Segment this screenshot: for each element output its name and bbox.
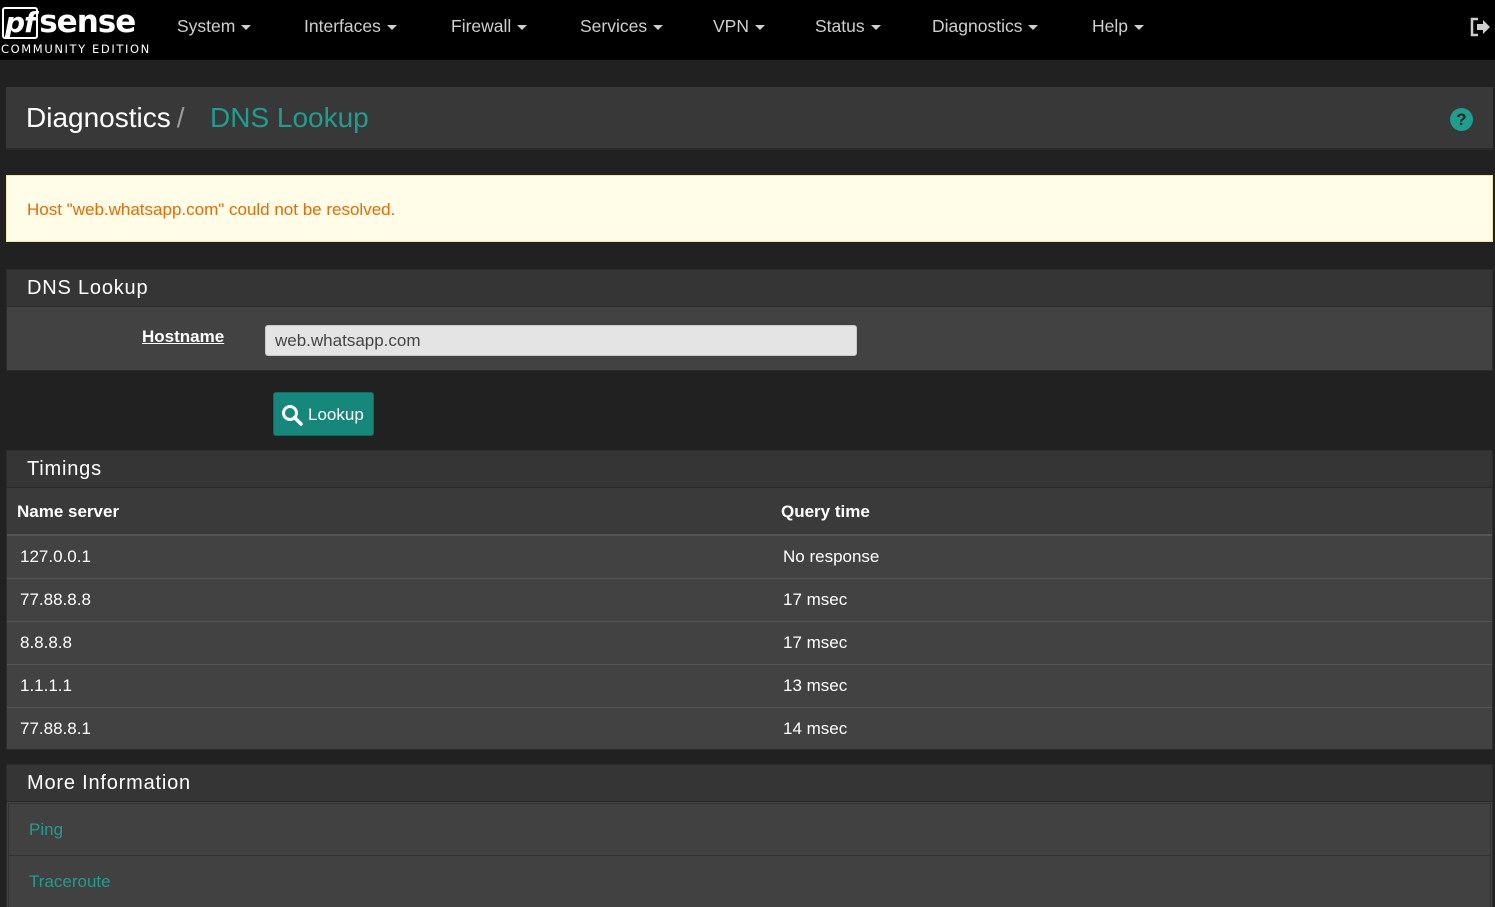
table-row: 127.0.0.1 No response [7,536,1492,579]
caret-down-icon [870,24,881,30]
panel-title: More Information [27,772,191,794]
panel-heading: DNS Lookup [7,270,1492,307]
table-row: 1.1.1.1 13 msec [7,665,1492,708]
nav-system[interactable]: System [177,16,252,38]
query-time-cell: 14 msec [783,719,848,738]
query-time-cell: 17 msec [783,633,848,652]
column-header-name-server: Name server [17,502,120,521]
nav-help[interactable]: Help [1092,16,1144,38]
dns-lookup-panel: DNS Lookup Hostname [6,269,1493,371]
timings-panel: Timings Name server Query time 127.0.0.1… [6,450,1493,750]
nav-interfaces[interactable]: Interfaces [304,16,397,38]
brand-subtitle: COMMUNITY EDITION [1,42,151,56]
caret-down-icon [1134,24,1144,30]
name-server-cell: 77.88.8.1 [20,719,91,738]
table-row: 77.88.8.1 14 msec [7,708,1492,751]
more-information-panel: More Information Ping Traceroute [6,764,1493,907]
name-server-cell: 77.88.8.8 [20,590,91,609]
caret-down-icon [386,24,397,30]
alert-message: Host "web.whatsapp.com" could not be res… [27,200,396,219]
panel-title: DNS Lookup [27,277,149,299]
traceroute-link[interactable]: Traceroute [29,872,111,892]
error-alert: Host "web.whatsapp.com" could not be res… [6,175,1493,242]
pfsense-logo: pf sense [2,4,136,40]
caret-down-icon [653,24,664,30]
name-server-cell: 1.1.1.1 [20,676,72,695]
panel-title: Timings [27,458,102,480]
table-header: Name server Query time [7,488,1492,536]
ping-link[interactable]: Ping [29,820,63,840]
panel-heading: Timings [7,451,1492,488]
query-time-cell: No response [783,547,880,566]
hostname-input[interactable] [265,325,857,356]
panel-heading: More Information [7,765,1492,802]
breadcrumb-parent[interactable]: Diagnostics / [26,102,185,134]
caret-down-icon [517,24,528,30]
nav-services[interactable]: Services [580,16,664,38]
query-time-cell: 17 msec [783,590,848,609]
lookup-button-label: Lookup [308,405,364,424]
page-header: Diagnostics / DNS Lookup ? [6,87,1493,150]
hostname-label: Hostname [142,327,225,346]
caret-down-icon [241,24,252,30]
table-row: 8.8.8.8 17 msec [7,622,1492,665]
name-server-cell: 8.8.8.8 [20,633,72,652]
nav-firewall[interactable]: Firewall [451,16,528,38]
question-circle-icon[interactable]: ? [1450,108,1473,131]
nav-diagnostics[interactable]: Diagnostics [932,16,1039,38]
table-row: 77.88.8.8 17 msec [7,579,1492,622]
list-item-ping: Ping [8,803,1491,856]
name-server-cell: 127.0.0.1 [20,547,91,566]
nav-vpn[interactable]: VPN [713,16,765,38]
list-item-traceroute: Traceroute [8,855,1491,907]
search-icon [282,405,303,426]
top-navbar: pf sense COMMUNITY EDITION System Interfa… [0,0,1495,60]
column-header-query-time: Query time [781,502,870,521]
lookup-button[interactable]: Lookup [273,392,374,436]
nav-status[interactable]: Status [815,16,881,38]
query-time-cell: 13 msec [783,676,848,695]
breadcrumb-current[interactable]: DNS Lookup [210,102,369,134]
sign-out-icon[interactable] [1469,16,1491,38]
caret-down-icon [754,24,765,30]
caret-down-icon [1028,24,1039,30]
brand-logo[interactable]: pf sense COMMUNITY EDITION [0,4,149,56]
